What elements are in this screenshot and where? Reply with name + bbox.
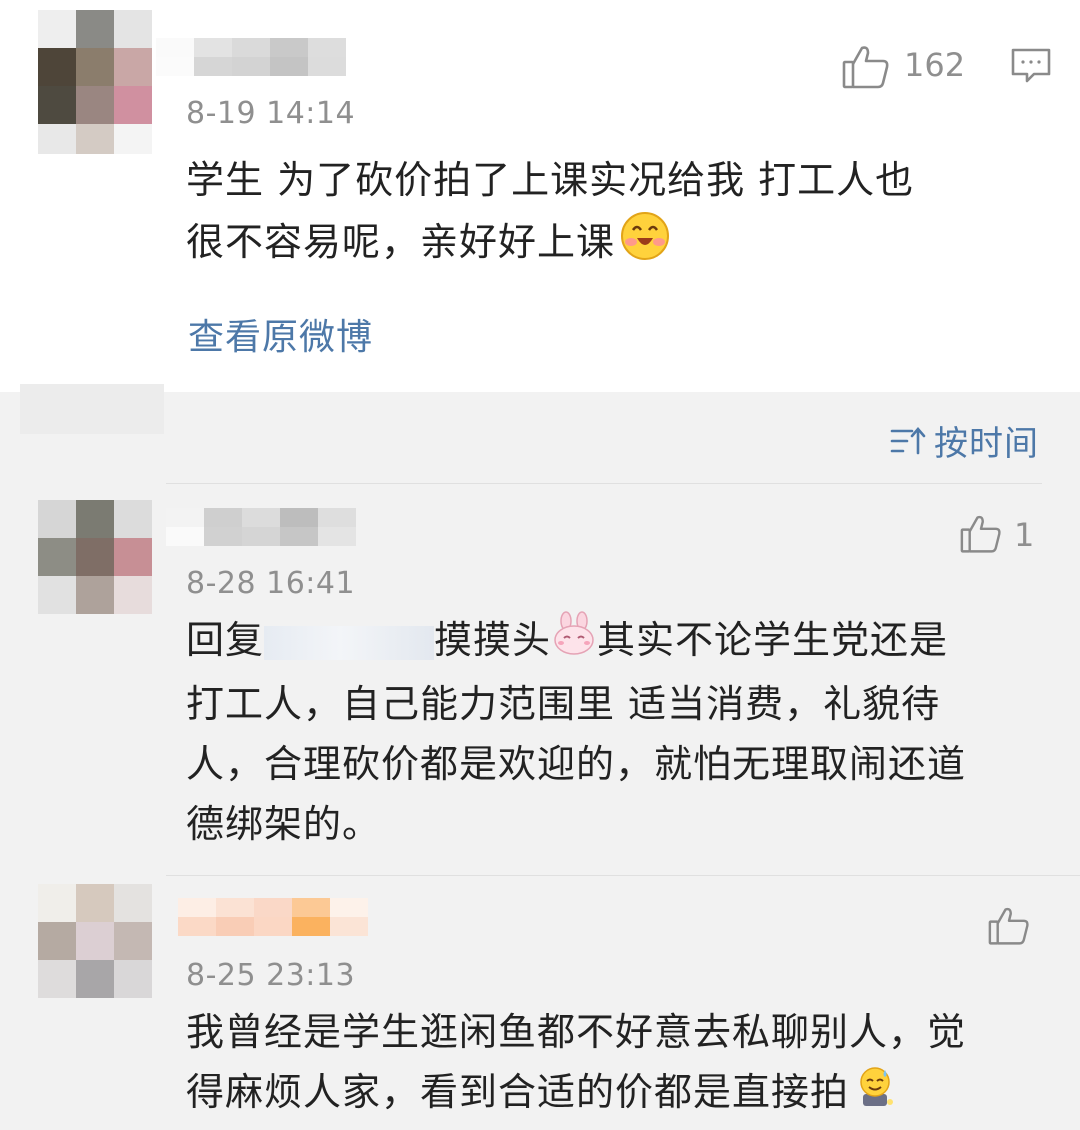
comment-line: 很不容易呢，亲好好上课	[186, 210, 914, 279]
view-original-link[interactable]: 查看原微博	[188, 308, 373, 360]
reply-lead: 摸摸头	[434, 618, 552, 662]
avatar[interactable]	[38, 500, 152, 614]
avatar-fade	[38, 124, 152, 154]
like-icon[interactable]	[842, 44, 890, 90]
reply-line-text: 得麻烦人家，看到合适的价都是直接拍	[186, 1070, 850, 1114]
reply-line: 我曾经是学生逛闲鱼都不好意去私聊别人，觉	[186, 1010, 967, 1054]
username[interactable]	[156, 38, 346, 76]
blur-patch	[20, 384, 164, 434]
sort-button[interactable]: 按时间	[890, 416, 1039, 465]
comment-icon[interactable]	[1010, 47, 1052, 85]
sort-label: 按时间	[934, 424, 1039, 464]
comment-line: 学生 为了砍价拍了上课实况给我 打工人也	[186, 158, 915, 202]
like-count: 162	[904, 46, 966, 84]
comment-text: 学生 为了砍价拍了上课实况给我 打工人也 很不容易呢，亲好好上课	[186, 150, 914, 279]
mentioned-user[interactable]	[264, 625, 435, 660]
reply-line: 打工人，自己能力范围里 适当消费，礼貌待	[186, 682, 941, 726]
timestamp: 8-19 14:14	[186, 96, 356, 131]
sort-icon	[890, 425, 926, 457]
reply-line-text: 其实不论学生党还是	[597, 618, 949, 662]
reply-line: 得麻烦人家，看到合适的价都是直接拍	[186, 1062, 966, 1125]
like-icon[interactable]	[960, 514, 1002, 554]
avatar[interactable]	[38, 10, 152, 124]
username[interactable]	[166, 508, 356, 546]
avatar[interactable]	[38, 884, 152, 998]
like-icon[interactable]	[988, 906, 1030, 946]
divider	[166, 875, 1080, 876]
username[interactable]	[178, 898, 368, 936]
divider	[166, 483, 1042, 484]
reply-text: 回复 摸摸头 其实不论学生党还是 打工人，自己能力范围里 适当消费，礼貌待 人，合…	[186, 610, 966, 854]
reply-line: 回复 摸摸头 其实不论学生党还是	[186, 610, 966, 674]
bunny-emoji	[551, 611, 597, 674]
reply-line: 人，合理砍价都是欢迎的，就怕无理取闹还道	[186, 742, 967, 786]
sweat-smile-emoji	[855, 1064, 895, 1125]
like-count: 1	[1014, 516, 1035, 554]
reply-prefix: 回复	[186, 618, 265, 662]
grinning-blush-emoji	[619, 210, 671, 279]
reply-line: 德绑架的。	[186, 802, 382, 846]
timestamp: 8-28 16:41	[186, 566, 356, 601]
timestamp: 8-25 23:13	[186, 958, 356, 993]
comment-line-text: 很不容易呢，亲好好上课	[186, 220, 616, 264]
reply-text: 我曾经是学生逛闲鱼都不好意去私聊别人，觉 得麻烦人家，看到合适的价都是直接拍	[186, 1002, 966, 1125]
